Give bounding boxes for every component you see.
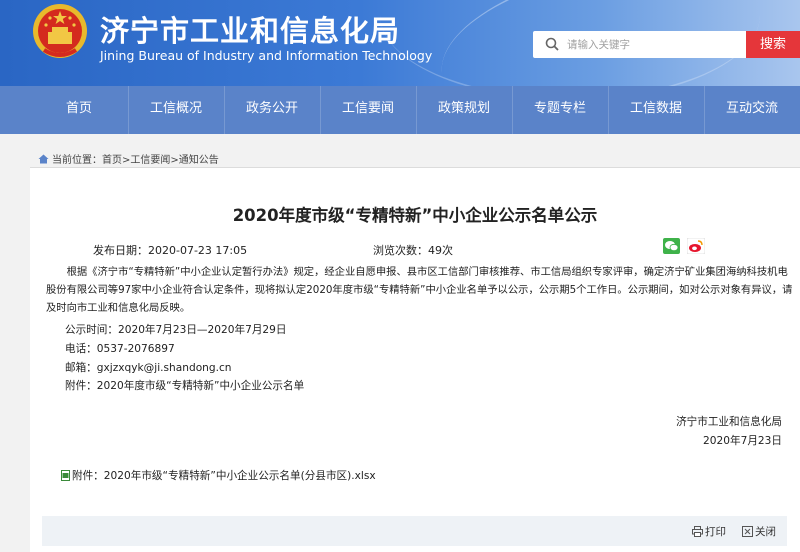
print-button[interactable]: 打印 (692, 524, 726, 539)
site-subtitle: Jining Bureau of Industry and Informatio… (100, 48, 433, 63)
nav-item-home[interactable]: 首页 (30, 86, 128, 134)
article-body: 根据《济宁市“专精特新”中小企业认定暂行办法》规定，经企业自愿申报、县市区工信部… (46, 266, 793, 314)
nav-item-gov-affairs[interactable]: 政务公开 (224, 86, 320, 134)
search-button[interactable]: 搜索 (746, 31, 800, 58)
wechat-share-icon[interactable] (663, 238, 680, 254)
nav-item-policy[interactable]: 政策规划 (416, 86, 512, 134)
close-label: 关闭 (755, 526, 776, 538)
search-input[interactable] (567, 35, 737, 54)
attachment-link[interactable]: 附件：2020年市级“专精特新”中小企业公示名单(分县市区).xlsx (61, 468, 376, 483)
nav-item-topics[interactable]: 专题专栏 (512, 86, 608, 134)
signature-org: 济宁市工业和信息化局 (676, 416, 782, 428)
home-icon (38, 154, 49, 164)
main-nav: 首页 工信概况 政务公开 工信要闻 政策规划 专题专栏 工信数据 互动交流 (0, 86, 800, 134)
nav-item-overview[interactable]: 工信概况 (128, 86, 224, 134)
notice-period: 公示时间：2020年7月23日—2020年7月29日 (65, 324, 287, 336)
national-emblem-icon (33, 4, 87, 58)
weibo-share-icon[interactable] (687, 238, 705, 254)
nav-item-news[interactable]: 工信要闻 (320, 86, 416, 134)
print-label: 打印 (705, 526, 726, 538)
search-box (533, 31, 747, 58)
article-toolbar: 打印 关闭 (42, 516, 787, 546)
nav-item-interaction[interactable]: 互动交流 (704, 86, 800, 134)
contact-email: 邮箱：gxjzxqyk@ji.shandong.cn (65, 362, 232, 374)
breadcrumb-text[interactable]: 当前位置：首页>工信要闻>通知公告 (52, 155, 219, 166)
view-count: 浏览次数：49次 (373, 244, 453, 257)
article-panel: 2020年度市级“专精特新”中小企业公示名单公示 发布日期：2020-07-23… (30, 168, 800, 552)
attachment-note: 附件：2020年度市级“专精特新”中小企业公示名单 (65, 380, 305, 392)
publish-date: 发布日期：2020-07-23 17:05 (93, 244, 248, 257)
site-title: 济宁市工业和信息化局 (100, 14, 401, 48)
print-icon (692, 526, 703, 537)
search-icon (545, 37, 559, 51)
nav-item-data[interactable]: 工信数据 (608, 86, 704, 134)
site-header: 济宁市工业和信息化局 Jining Bureau of Industry and… (0, 0, 800, 86)
article-title: 2020年度市级“专精特新”中小企业公示名单公示 (232, 206, 598, 225)
signature-date: 2020年7月23日 (703, 435, 782, 447)
attachment-link-text[interactable]: 附件：2020年市级“专精特新”中小企业公示名单(分县市区).xlsx (72, 470, 376, 482)
close-icon (742, 526, 753, 537)
breadcrumb: 当前位置：首页>工信要闻>通知公告 (38, 151, 219, 166)
excel-file-icon (61, 470, 70, 481)
close-button[interactable]: 关闭 (742, 524, 776, 539)
contact-phone: 电话：0537-2076897 (65, 343, 175, 355)
